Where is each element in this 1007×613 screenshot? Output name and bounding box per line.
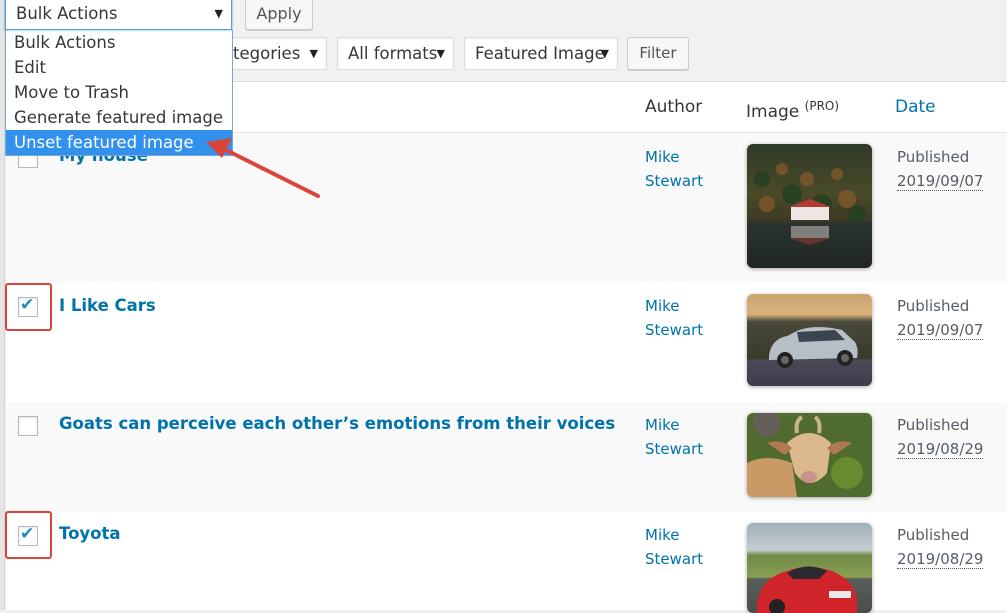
bulk-actions-select[interactable]: Bulk Actions ▼ bbox=[5, 0, 232, 30]
author-last-name: Stewart bbox=[645, 550, 704, 568]
checkmark-icon: ✔ bbox=[20, 524, 35, 544]
post-date: Published 2019/09/07 bbox=[897, 294, 984, 342]
red-sports-car-image bbox=[747, 523, 872, 613]
bulk-actions-dropdown: Bulk Actions Edit Move to Trash Generate… bbox=[5, 30, 233, 156]
post-status: Published bbox=[897, 416, 970, 434]
pro-badge: (PRO) bbox=[804, 99, 840, 113]
author-first-name: Mike bbox=[645, 297, 680, 315]
chevron-down-icon: ▼ bbox=[436, 47, 445, 60]
post-date-value: 2019/09/07 bbox=[897, 321, 984, 340]
lake-house-image bbox=[747, 144, 872, 268]
table-row: ✔ I Like Cars Mike Stewart Published 201… bbox=[5, 283, 1007, 402]
author-link[interactable]: Mike Stewart bbox=[645, 413, 703, 461]
post-date: Published 2019/08/29 bbox=[897, 523, 984, 571]
post-date: Published 2019/09/07 bbox=[897, 145, 984, 193]
chevron-down-icon: ▼ bbox=[309, 47, 318, 60]
checkmark-icon: ✔ bbox=[20, 295, 35, 315]
column-header-author: Author bbox=[645, 97, 703, 117]
post-title-link[interactable]: Goats can perceive each other’s emotions… bbox=[59, 414, 615, 433]
dropdown-option-edit[interactable]: Edit bbox=[6, 55, 232, 80]
author-link[interactable]: Mike Stewart bbox=[645, 523, 703, 571]
dropdown-option-generate-featured-image[interactable]: Generate featured image bbox=[6, 105, 232, 130]
author-link[interactable]: Mike Stewart bbox=[645, 145, 703, 193]
categories-filter-select[interactable]: tegories ▼ bbox=[217, 37, 327, 70]
post-status: Published bbox=[897, 526, 970, 544]
featured-image-thumbnail[interactable] bbox=[747, 144, 872, 268]
post-status: Published bbox=[897, 297, 970, 315]
author-first-name: Mike bbox=[645, 416, 680, 434]
featured-image-filter-value: Featured Image bbox=[475, 44, 605, 63]
column-header-image: Image (PRO) bbox=[746, 99, 839, 122]
apply-button[interactable]: Apply bbox=[245, 0, 313, 30]
silver-suv-image bbox=[747, 294, 872, 386]
featured-image-thumbnail[interactable] bbox=[747, 413, 872, 497]
filter-button[interactable]: Filter bbox=[627, 37, 689, 70]
author-last-name: Stewart bbox=[645, 172, 704, 190]
row-checkbox[interactable]: ✔ bbox=[18, 524, 38, 546]
dropdown-option-bulk-actions[interactable]: Bulk Actions bbox=[6, 30, 232, 55]
post-date-value: 2019/08/29 bbox=[897, 440, 984, 459]
chevron-down-icon: ▼ bbox=[600, 47, 609, 60]
author-first-name: Mike bbox=[645, 148, 680, 166]
posts-table: Author Image (PRO) Date My house Mike St… bbox=[5, 82, 1007, 613]
table-row: Goats can perceive each other’s emotions… bbox=[6, 402, 1007, 512]
table-row: ✔ Toyota Mike Stewart Published 2019/08/… bbox=[5, 511, 1007, 613]
post-date: Published 2019/08/29 bbox=[897, 413, 984, 461]
author-last-name: Stewart bbox=[645, 321, 704, 339]
dropdown-option-unset-featured-image[interactable]: Unset featured image bbox=[6, 130, 232, 155]
row-checkbox[interactable] bbox=[18, 416, 38, 436]
formats-filter-select[interactable]: All formats ▼ bbox=[337, 37, 454, 70]
formats-filter-value: All formats bbox=[348, 44, 438, 63]
featured-image-thumbnail[interactable] bbox=[747, 523, 872, 613]
column-header-image-label: Image bbox=[746, 102, 800, 122]
featured-image-thumbnail[interactable] bbox=[747, 294, 872, 386]
goat-image bbox=[747, 413, 872, 497]
post-title-link[interactable]: I Like Cars bbox=[59, 296, 156, 315]
column-header-date[interactable]: Date bbox=[895, 97, 936, 117]
bulk-actions-value: Bulk Actions bbox=[16, 4, 118, 23]
row-checkbox[interactable]: ✔ bbox=[18, 295, 38, 317]
featured-image-filter-select[interactable]: Featured Image ▼ bbox=[464, 37, 618, 70]
post-date-value: 2019/08/29 bbox=[897, 550, 984, 569]
post-title-link[interactable]: Toyota bbox=[59, 524, 121, 543]
author-link[interactable]: Mike Stewart bbox=[645, 294, 703, 342]
chevron-down-icon: ▼ bbox=[214, 7, 223, 20]
author-last-name: Stewart bbox=[645, 440, 704, 458]
dropdown-option-move-to-trash[interactable]: Move to Trash bbox=[6, 80, 232, 105]
post-date-value: 2019/09/07 bbox=[897, 172, 984, 191]
post-status: Published bbox=[897, 148, 970, 166]
categories-filter-value: tegories bbox=[233, 44, 301, 63]
author-first-name: Mike bbox=[645, 526, 680, 544]
